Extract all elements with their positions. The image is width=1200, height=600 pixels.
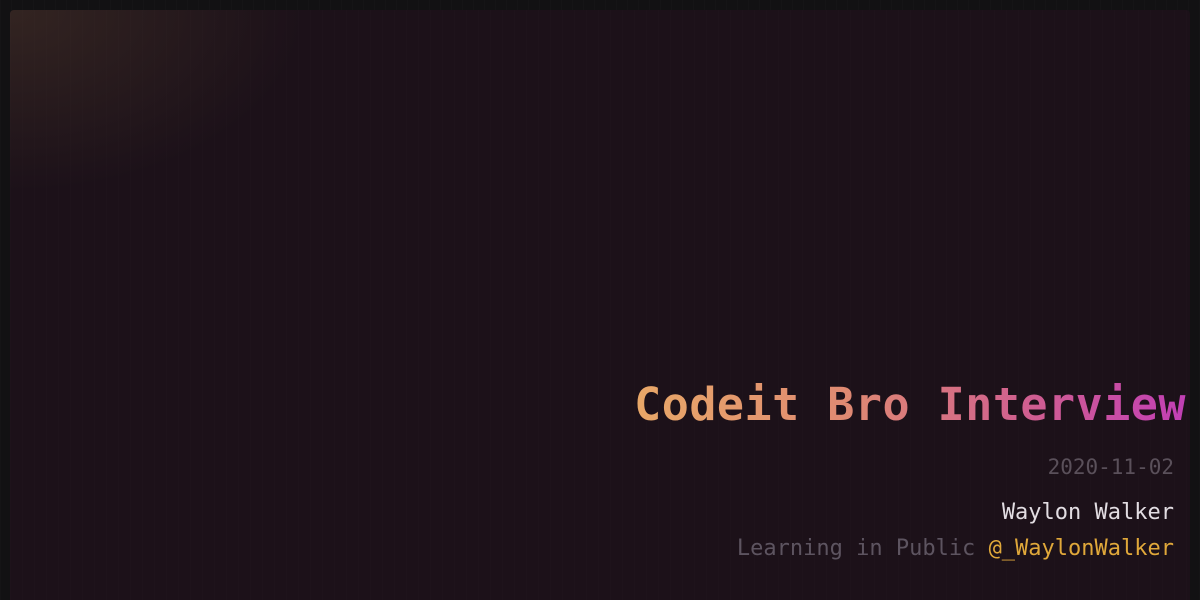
twitter-handle[interactable]: @_WaylonWalker <box>989 536 1174 561</box>
author-name: Waylon Walker <box>1001 500 1174 525</box>
card-text-block: Codeit Bro Interview 2020-11-02 Waylon W… <box>634 380 1185 563</box>
post-date: 2020-11-02 <box>1047 455 1174 479</box>
card-title: Codeit Bro Interview <box>634 378 1186 431</box>
page-background: Codeit Bro Interview 2020-11-02 Waylon W… <box>0 0 1200 600</box>
tagline-prefix: Learning in Public <box>736 536 976 561</box>
social-card: Codeit Bro Interview 2020-11-02 Waylon W… <box>10 10 1190 600</box>
tagline: Learning in Public @_WaylonWalker <box>634 535 1174 563</box>
